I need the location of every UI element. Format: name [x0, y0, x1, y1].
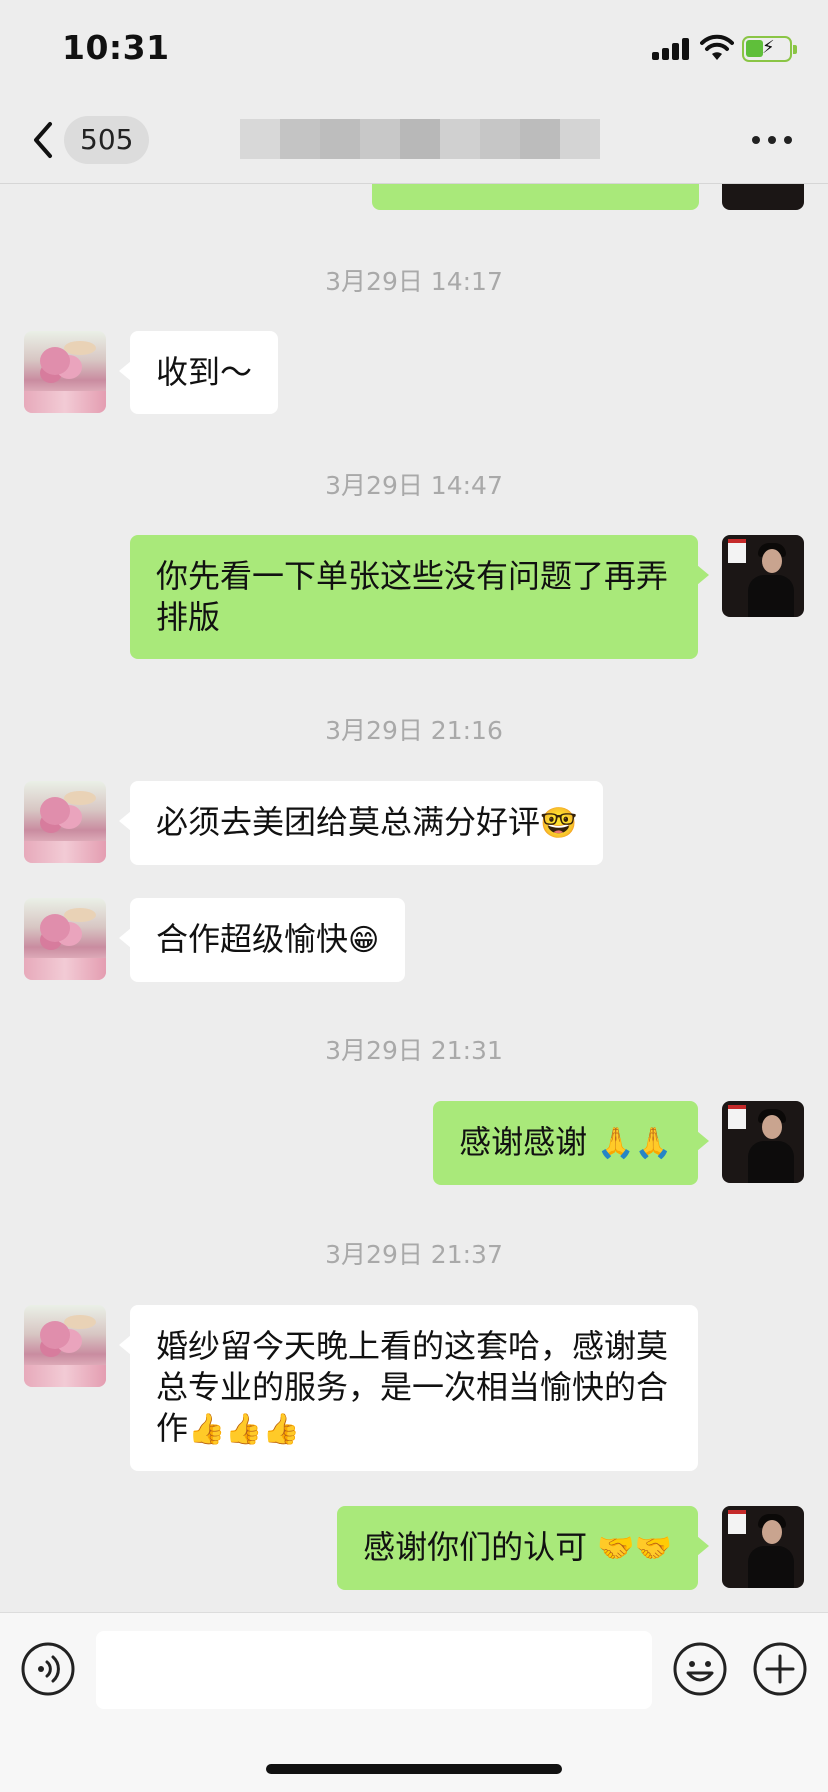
status-time: 10:31: [62, 28, 170, 67]
wifi-icon: [700, 34, 734, 60]
message-timestamp: 3月29日 21:37: [325, 1240, 503, 1269]
message-input[interactable]: [96, 1631, 652, 1709]
message-timestamp: 3月29日 21:31: [325, 1036, 503, 1065]
more-dots-icon[interactable]: [750, 136, 794, 146]
contact-avatar[interactable]: [24, 331, 106, 413]
message-timestamp: 3月29日 14:47: [325, 471, 503, 500]
my-avatar[interactable]: [722, 535, 804, 617]
message-text: 你先看一下单张这些没有问题了再弄排版: [156, 557, 669, 636]
plus-icon[interactable]: [752, 1641, 808, 1697]
unread-count-badge[interactable]: 505: [64, 116, 150, 164]
thumbs-up-emoji: 👍👍👍: [188, 1412, 301, 1447]
cellular-signal-icon: [652, 36, 692, 60]
handshake-emoji: 🤝🤝: [597, 1531, 672, 1566]
chevron-left-icon[interactable]: [24, 118, 64, 162]
contact-avatar[interactable]: [24, 781, 106, 863]
contact-avatar[interactable]: [24, 898, 106, 980]
outgoing-message[interactable]: 你先看一下单张这些没有问题了再弄排版: [130, 535, 709, 659]
message-timestamp: 3月29日 14:17: [325, 267, 503, 296]
pray-emoji: 🙏🙏: [597, 1126, 672, 1161]
my-avatar[interactable]: [722, 1101, 804, 1183]
grin-emoji: 😁: [348, 923, 380, 958]
voice-icon[interactable]: [20, 1641, 76, 1697]
chat-header: 505: [0, 100, 828, 184]
incoming-message[interactable]: 合作超级愉快😁: [118, 898, 406, 982]
thinking-face-emoji: 🤓: [540, 806, 578, 841]
home-indicator: [266, 1764, 562, 1774]
message-text: 合作超级愉快: [156, 920, 349, 958]
emoji-icon[interactable]: [672, 1641, 728, 1697]
status-bar: 10:31 ⚡: [0, 0, 828, 100]
message-text: 感谢你们的认可: [363, 1528, 598, 1566]
my-avatar[interactable]: [722, 1506, 804, 1588]
incoming-message[interactable]: 必须去美团给莫总满分好评🤓: [118, 781, 604, 865]
message-text: 收到～: [156, 353, 253, 391]
outgoing-message[interactable]: 感谢你们的认可 🤝🤝: [337, 1506, 709, 1590]
message-text: 感谢感谢: [459, 1123, 598, 1161]
message-text: 必须去美团给莫总满分好评: [156, 803, 541, 841]
contact-avatar[interactable]: [24, 1305, 106, 1387]
outgoing-message[interactable]: 感谢感谢 🙏🙏: [433, 1101, 709, 1185]
chat-title-blurred: [240, 119, 600, 159]
message-timestamp: 3月29日 21:16: [325, 716, 503, 745]
incoming-message[interactable]: 婚纱留今天晚上看的这套哈，感谢莫总专业的服务，是一次相当愉快的合作👍👍👍: [119, 1305, 698, 1471]
battery-charging-icon: ⚡: [742, 36, 797, 62]
incoming-message[interactable]: 收到～: [118, 331, 279, 414]
